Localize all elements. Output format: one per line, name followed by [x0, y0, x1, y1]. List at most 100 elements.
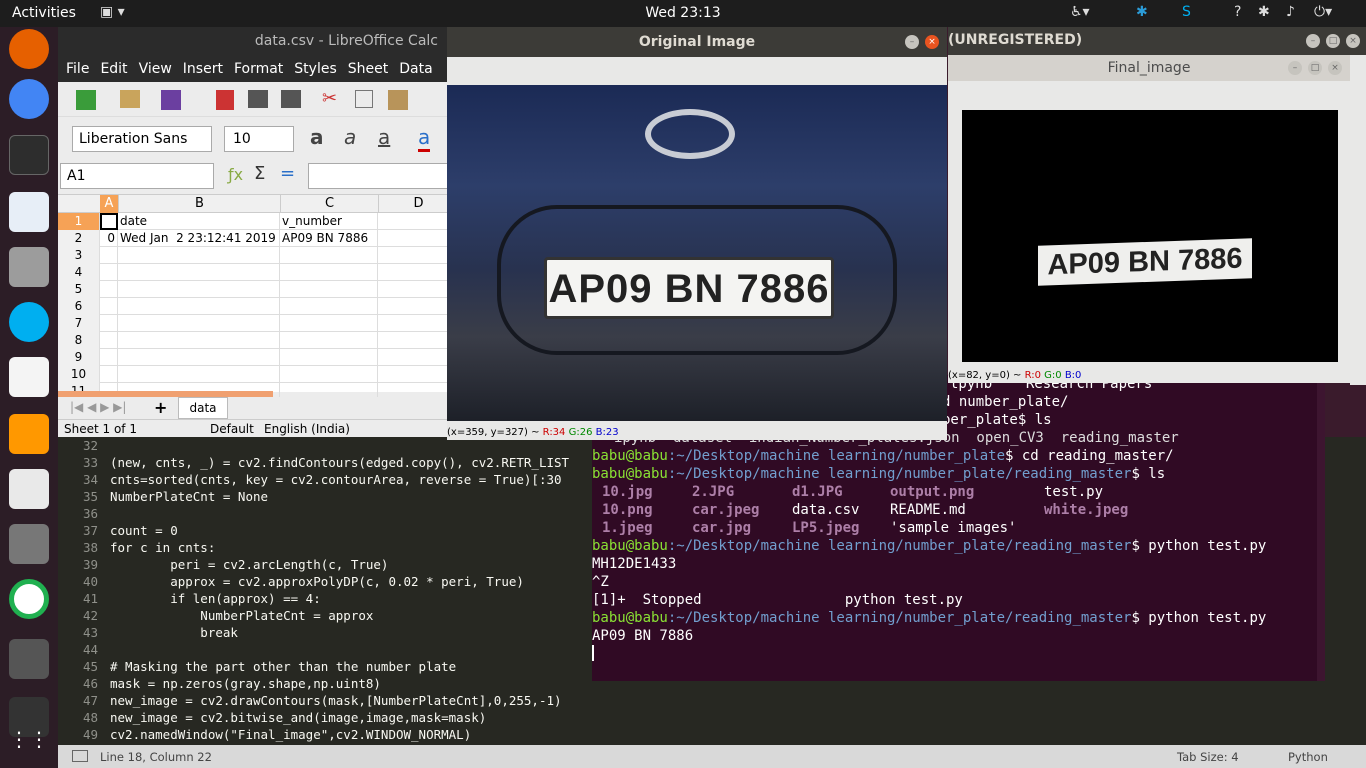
app-menu-icon[interactable]: ▣ ▾ [100, 4, 125, 20]
cell[interactable]: v_number [280, 213, 378, 230]
new-spreadsheet-icon[interactable] [76, 90, 96, 110]
spreadsheet-grid[interactable]: A B C D 1 date v_number 2 0 Wed Jan 2 23:12:4… [58, 194, 458, 400]
row-header[interactable]: 3 [58, 247, 100, 264]
firefox-icon[interactable] [9, 29, 49, 69]
menu-styles[interactable]: Styles [294, 61, 336, 77]
add-sheet-icon[interactable]: + [154, 398, 167, 417]
code-line[interactable]: count = 0 [110, 522, 650, 539]
spreadsheet-row[interactable]: 5 [58, 281, 458, 298]
export-pdf-icon[interactable] [216, 90, 234, 110]
code-line[interactable]: break [110, 624, 650, 641]
row-header[interactable]: 8 [58, 332, 100, 349]
menu-format[interactable]: Format [234, 61, 283, 77]
cell[interactable] [280, 332, 378, 349]
underline-icon[interactable]: a [378, 125, 390, 149]
cell[interactable] [280, 349, 378, 366]
cut-icon[interactable]: ✂ [322, 88, 337, 109]
cell[interactable]: Wed Jan 2 23:12:41 2019 [118, 230, 280, 247]
code-line[interactable] [110, 641, 650, 658]
spreadsheet-row[interactable]: 7 [58, 315, 458, 332]
document-viewer-icon[interactable] [9, 469, 49, 509]
cell[interactable] [118, 366, 280, 383]
skype-tray-icon[interactable]: S [1182, 4, 1191, 20]
close-button[interactable]: × [925, 35, 939, 49]
cell[interactable] [378, 332, 458, 349]
row-header[interactable]: 4 [58, 264, 100, 281]
help-icon[interactable]: ? [1234, 4, 1241, 20]
cell[interactable] [378, 298, 458, 315]
print-icon[interactable] [248, 90, 268, 108]
code-line[interactable]: if len(approx) == 4: [110, 590, 650, 607]
cell[interactable]: 0 [100, 230, 118, 247]
volume-icon[interactable]: ♪ [1286, 4, 1295, 20]
bluetooth-app-icon[interactable]: ✱ [1136, 4, 1148, 20]
spreadsheet-row[interactable]: 9 [58, 349, 458, 366]
cell[interactable] [378, 366, 458, 383]
cell[interactable] [280, 264, 378, 281]
row-header[interactable]: 9 [58, 349, 100, 366]
formula-icon[interactable]: = [280, 163, 295, 184]
column-header-a[interactable]: A [100, 195, 118, 213]
column-header-d[interactable]: D [378, 195, 458, 213]
function-wizard-icon[interactable]: ƒx [228, 165, 243, 184]
cell[interactable] [100, 281, 118, 298]
cell[interactable] [280, 298, 378, 315]
syntax-mode[interactable]: Python [1288, 750, 1328, 764]
bluetooth-icon[interactable]: ✱ [1258, 4, 1270, 20]
input-line[interactable] [308, 163, 448, 189]
save-icon[interactable] [161, 90, 181, 110]
spreadsheet-row[interactable]: 8 [58, 332, 458, 349]
cell[interactable]: AP09 BN 7886 [280, 230, 378, 247]
cell[interactable] [118, 315, 280, 332]
spreadsheet-row[interactable]: 10 [58, 366, 458, 383]
opencv-window-icon[interactable] [9, 639, 49, 679]
cell[interactable] [100, 247, 118, 264]
chromium-icon[interactable] [9, 79, 49, 119]
cell[interactable] [100, 298, 118, 315]
maximize-button[interactable]: □ [1308, 61, 1322, 75]
name-box[interactable]: A1 [60, 163, 214, 189]
menu-sheet[interactable]: Sheet [348, 61, 388, 77]
panel-icon[interactable] [72, 750, 88, 762]
font-color-icon[interactable]: a [418, 125, 431, 152]
spreadsheet-row[interactable]: 3 [58, 247, 458, 264]
code-line[interactable]: new_image = cv2.bitwise_and(image,image,… [110, 709, 650, 726]
show-apps-icon[interactable]: ⋮⋮ [9, 727, 49, 767]
cell[interactable] [378, 213, 458, 230]
code-line[interactable]: cnts=sorted(cnts, key = cv2.contourArea,… [110, 471, 650, 488]
row-header[interactable]: 6 [58, 298, 100, 315]
spreadsheet-row[interactable]: 4 [58, 264, 458, 281]
code-line[interactable]: NumberPlateCnt = None [110, 488, 650, 505]
code-line[interactable]: (new, cnts, _) = cv2.findContours(edged.… [110, 454, 650, 471]
code-line[interactable]: for c in cnts: [110, 539, 650, 556]
code-line[interactable]: mask = np.zeros(gray.shape,np.uint8) [110, 675, 650, 692]
spreadsheet-row[interactable]: 6 [58, 298, 458, 315]
skype-icon[interactable] [9, 302, 49, 342]
print-preview-icon[interactable] [281, 90, 301, 108]
cell[interactable] [280, 315, 378, 332]
cell[interactable] [100, 366, 118, 383]
row-header[interactable]: 1 [58, 213, 100, 230]
cell[interactable] [378, 230, 458, 247]
copy-icon[interactable] [355, 90, 373, 108]
menu-insert[interactable]: Insert [183, 61, 223, 77]
text-editor-icon[interactable] [9, 357, 49, 397]
row-header[interactable]: 2 [58, 230, 100, 247]
cell[interactable] [378, 315, 458, 332]
power-icon[interactable]: ⏻▾ [1314, 4, 1332, 20]
code-line[interactable]: # Masking the part other than the number… [110, 658, 650, 675]
cell[interactable] [100, 213, 118, 230]
cell[interactable] [100, 349, 118, 366]
code-line[interactable]: cv2.namedWindow("Final_image",cv2.WINDOW… [110, 726, 650, 743]
files-icon[interactable] [9, 247, 49, 287]
row-header[interactable]: 5 [58, 281, 100, 298]
column-header-c[interactable]: C [280, 195, 378, 213]
menu-data[interactable]: Data [399, 61, 432, 77]
tab-size[interactable]: Tab Size: 4 [1177, 750, 1239, 764]
cell[interactable] [118, 281, 280, 298]
row-header[interactable]: 10 [58, 366, 100, 383]
font-size-box[interactable]: 10 [224, 126, 294, 152]
accessibility-icon[interactable]: ♿▾ [1070, 4, 1090, 20]
sheet-tab-data[interactable]: data [178, 397, 228, 419]
cell[interactable] [118, 298, 280, 315]
